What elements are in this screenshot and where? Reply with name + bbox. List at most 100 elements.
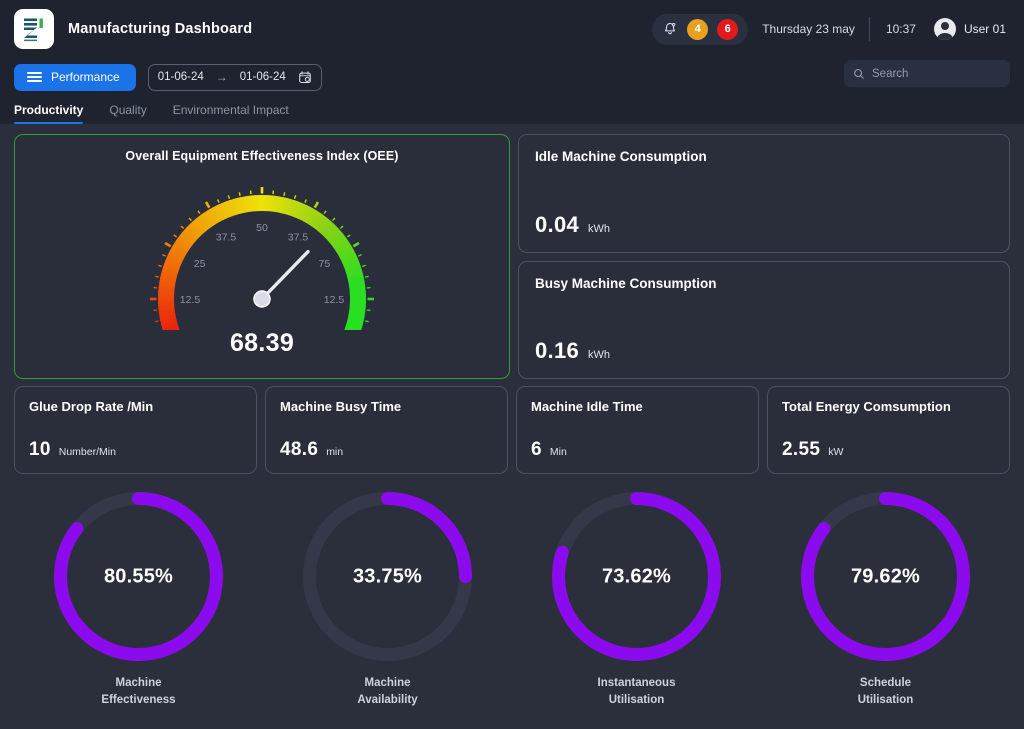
kpi-row: Glue Drop Rate /Min 10 Number/Min Machin…	[14, 386, 1010, 474]
donut-value: 73.62%	[601, 565, 672, 587]
donut-caption-line1: Machine	[364, 677, 411, 689]
search-box[interactable]: ⌘/	[844, 60, 1024, 87]
svg-text:37.5: 37.5	[216, 232, 237, 244]
card-value: 0.04	[535, 211, 580, 237]
card-value: 2.55	[782, 439, 821, 460]
consumption-column: Idle Machine Consumption 0.04 kWh Busy M…	[518, 134, 1010, 379]
oee-value: 68.39	[229, 329, 295, 357]
arrow-right-icon: →	[215, 70, 228, 84]
donut-chart: 79.62%	[793, 484, 978, 669]
top-row: Overall Equipment Effectiveness Index (O…	[14, 134, 1010, 379]
card-value: 10	[29, 439, 51, 460]
card-value: 0.16	[535, 338, 580, 363]
donut-chart: 33.75%	[295, 484, 480, 669]
svg-text:25: 25	[194, 258, 206, 270]
header-bar: Manufacturing Dashboard 4 6 Thursday 23 …	[0, 0, 1024, 58]
oee-gauge-card: Overall Equipment Effectiveness Index (O…	[14, 134, 510, 379]
oee-gauge: 012.52537.55037.57512.5100	[132, 165, 392, 357]
card-unit: Min	[549, 446, 567, 458]
app-logo[interactable]	[14, 9, 54, 49]
card-value-row: 48.6 min	[280, 439, 493, 461]
kpi-card-total-energy-consumption: Total Energy Comsumption 2.55 kW	[767, 386, 1010, 474]
donut-schedule-utilisation: 79.62% Schedule Utilisation	[761, 480, 1010, 710]
card-value-row: 2.55 kW	[782, 439, 995, 461]
card-value-row: 0.04 kWh	[535, 212, 993, 238]
bell-icon[interactable]	[662, 21, 678, 37]
header-time: 10:37	[885, 22, 916, 36]
tab-productivity[interactable]: Productivity	[14, 103, 84, 124]
donut-chart: 73.62%	[544, 484, 729, 669]
performance-button[interactable]: Performance	[14, 63, 136, 91]
card-unit: kWh	[588, 222, 611, 235]
donut-caption: Schedule Utilisation	[858, 675, 914, 708]
page-title: Manufacturing Dashboard	[68, 21, 253, 37]
donut-caption-line2: Effectiveness	[101, 693, 176, 706]
donut-caption-line2: Utilisation	[608, 693, 665, 706]
busy-machine-consumption-card: Busy Machine Consumption 0.16 kWh	[518, 260, 1010, 379]
notification-badge-warning[interactable]: 4	[687, 18, 709, 40]
svg-text:75: 75	[319, 258, 331, 270]
calendar-icon[interactable]	[298, 70, 312, 84]
user-menu[interactable]: User 01	[932, 18, 1010, 40]
kpi-card-machine-idle-time: Machine Idle Time 6 Min	[516, 386, 759, 474]
card-title: Idle Machine Consumption	[535, 149, 707, 164]
tab-quality[interactable]: Quality	[109, 103, 146, 124]
tab-environmental-impact[interactable]: Environmental Impact	[173, 103, 289, 124]
controls-bar: Performance 01-06-24 → 01-06-24 ⌘/	[0, 60, 1024, 94]
date-range-picker[interactable]: 01-06-24 → 01-06-24	[147, 63, 322, 91]
donut-chart: 80.55%	[46, 484, 231, 669]
svg-text:37.5: 37.5	[288, 232, 309, 244]
dashboard-content: Overall Equipment Effectiveness Index (O…	[0, 124, 1024, 729]
svg-text:50: 50	[256, 222, 268, 234]
card-unit: Number/Min	[58, 446, 116, 458]
menu-lines-icon	[27, 72, 42, 82]
notifications-pill[interactable]: 4 6	[652, 13, 749, 45]
oee-card-title: Overall Equipment Effectiveness Index (O…	[125, 149, 399, 163]
donut-value: 79.62%	[850, 565, 921, 587]
kpi-card-glue-drop-rate: Glue Drop Rate /Min 10 Number/Min	[14, 386, 257, 474]
donut-caption-line1: Instantaneous	[597, 677, 676, 689]
donut-caption-line2: Availability	[357, 693, 418, 706]
search-input[interactable]	[872, 67, 1024, 80]
card-unit: kWh	[588, 349, 611, 361]
header-date: Thursday 23 may	[762, 22, 855, 36]
date-range-from[interactable]: 01-06-24	[158, 71, 204, 83]
gauge-svg: 012.52537.55037.57512.5100	[150, 187, 374, 357]
donut-caption: Machine Availability	[357, 675, 417, 708]
donut-instantaneous-utilisation: 73.62% Instantaneous Utilisation	[512, 480, 761, 710]
donut-machine-effectiveness: 80.55% Machine Effectiveness	[14, 480, 263, 710]
donut-value: 80.55%	[103, 565, 174, 587]
idle-machine-consumption-card: Idle Machine Consumption 0.04 kWh	[518, 134, 1010, 253]
svg-text:12.5: 12.5	[180, 294, 201, 306]
card-unit: kW	[828, 446, 844, 458]
notification-badge-critical[interactable]: 6	[717, 18, 739, 40]
donut-row: 80.55% Machine Effectiveness 33.75% Mach…	[14, 480, 1010, 710]
donut-machine-availability: 33.75% Machine Availability	[263, 480, 512, 710]
date-range-to[interactable]: 01-06-24	[240, 71, 286, 83]
card-value-row: 0.16 kWh	[535, 338, 993, 364]
card-value-row: 10 Number/Min	[29, 439, 242, 461]
card-value-row: 6 Min	[531, 439, 744, 461]
user-name-label: User 01	[963, 22, 1006, 36]
tab-bar: Productivity Quality Environmental Impac…	[0, 94, 1024, 124]
dashboard-page: Manufacturing Dashboard 4 6 Thursday 23 …	[0, 0, 1024, 729]
card-title: Machine Idle Time	[531, 399, 643, 414]
card-title: Glue Drop Rate /Min	[29, 399, 154, 414]
z-prime-logo-icon	[24, 18, 43, 42]
donut-caption-line1: Machine	[115, 677, 162, 689]
donut-value: 33.75%	[352, 565, 423, 587]
card-unit: min	[326, 446, 344, 458]
card-title: Machine Busy Time	[280, 399, 402, 414]
card-title: Total Energy Comsumption	[782, 399, 951, 414]
card-value: 48.6	[280, 439, 319, 460]
search-icon	[854, 68, 864, 79]
donut-caption: Instantaneous Utilisation	[598, 675, 676, 708]
header-right-group: 4 6 Thursday 23 may 10:37 User 01	[652, 13, 1010, 45]
donut-caption-line2: Utilisation	[857, 693, 914, 706]
kpi-card-machine-busy-time: Machine Busy Time 48.6 min	[265, 386, 508, 474]
donut-caption-line1: Schedule	[859, 677, 912, 689]
card-value: 6	[531, 439, 542, 460]
card-title: Busy Machine Consumption	[535, 275, 717, 291]
avatar	[933, 18, 956, 40]
performance-button-label: Performance	[51, 70, 120, 84]
